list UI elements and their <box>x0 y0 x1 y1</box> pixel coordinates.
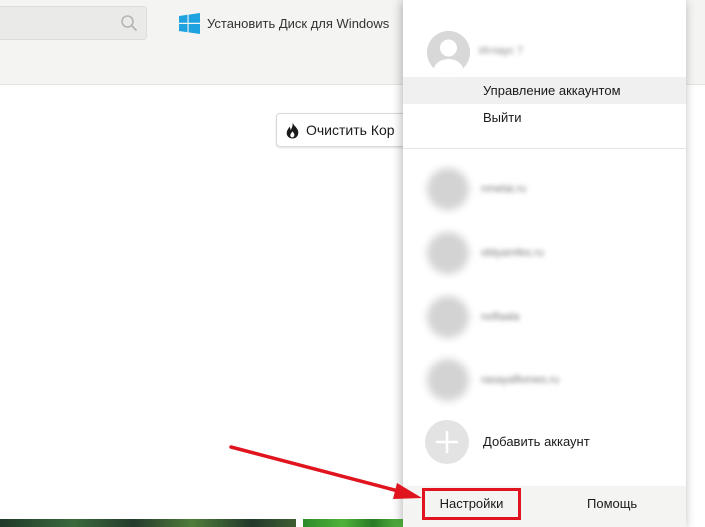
manage-account-item[interactable]: Управление аккаунтом <box>403 77 686 104</box>
other-account-item[interactable]: noflaala <box>403 296 686 344</box>
add-account-button[interactable]: Добавить аккаунт <box>403 420 686 466</box>
plus-icon <box>435 430 459 454</box>
flame-icon <box>286 122 299 138</box>
avatar-icon <box>427 359 469 401</box>
clear-trash-label: Очистить Кор <box>306 122 395 138</box>
add-account-circle <box>425 420 469 464</box>
account-email: noflaala <box>481 311 520 323</box>
windows-icon <box>179 12 200 34</box>
file-thumbnail[interactable] <box>303 519 403 527</box>
account-email: rasayaflomes.ru <box>481 374 560 386</box>
other-account-item[interactable]: nmelai.ru <box>403 168 686 216</box>
add-account-label: Добавить аккаунт <box>483 434 590 449</box>
logout-item[interactable]: Выйти <box>403 104 686 131</box>
avatar-icon <box>427 168 469 210</box>
current-user-avatar <box>427 31 470 74</box>
menu-divider <box>403 148 686 149</box>
help-link[interactable]: Помощь <box>587 496 637 511</box>
file-thumbnail[interactable] <box>0 519 296 527</box>
search-input[interactable] <box>0 6 147 40</box>
install-disk-label: Установить Диск для Windows <box>207 15 390 31</box>
other-account-item[interactable]: oblyamfes.ru <box>403 232 686 280</box>
account-email: nmelai.ru <box>481 183 527 195</box>
avatar-icon <box>427 31 470 74</box>
avatar-icon <box>427 232 469 274</box>
search-icon[interactable] <box>120 14 138 32</box>
account-menu: Иглаус 7 Управление аккаунтом Выйти nmel… <box>403 0 686 527</box>
account-email: oblyamfes.ru <box>481 247 544 259</box>
current-user-name: Иглаус 7 <box>479 45 524 57</box>
clear-trash-button[interactable]: Очистить Кор <box>276 113 416 147</box>
install-disk-windows-link[interactable]: Установить Диск для Windows <box>179 11 389 35</box>
menu-footer: Настройки Помощь <box>403 486 686 527</box>
avatar-icon <box>427 296 469 338</box>
other-account-item[interactable]: rasayaflomes.ru <box>403 359 686 407</box>
settings-button[interactable]: Настройки <box>422 488 521 520</box>
